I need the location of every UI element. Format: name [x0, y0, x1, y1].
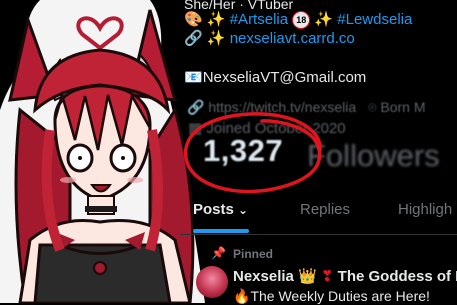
hashtag-lewdselia-link[interactable]: #Lewdselia — [337, 11, 412, 28]
active-tab-indicator — [193, 229, 249, 233]
website-link[interactable]: https://twitch.tv/nexselia — [208, 99, 356, 115]
location-pin-icon: ⌾ — [368, 99, 377, 115]
heart-exclamation-icon: ❣ — [320, 268, 334, 285]
email-text: NexseliaVT@Gmail.com — [202, 69, 367, 86]
adult-18-badge-icon: 18 — [292, 11, 311, 29]
hashtag-artselia-link[interactable]: #Artselia — [230, 11, 288, 28]
followers-label[interactable]: Followers — [307, 138, 440, 174]
post-body-text: The Weekly Duties are Here! — [250, 288, 430, 304]
bio-line-hashtags: 🎨 ✨ #Artselia 18 ✨ #Lewdselia — [184, 10, 412, 29]
palette-icon: 🎨 — [184, 10, 203, 28]
location-text: Born M — [380, 99, 426, 115]
link-chain-icon: 🔗 — [187, 99, 205, 115]
adult-18-badge-label: 18 — [296, 15, 307, 25]
tabs-divider — [180, 234, 457, 235]
bio-line-link: 🔗 ✨ nexseliavt.carrd.co — [184, 29, 355, 47]
tab-posts[interactable]: Posts ⌄ — [193, 201, 248, 218]
tab-posts-label: Posts — [193, 201, 234, 218]
pin-icon: 📌 — [211, 246, 226, 260]
post-title-suffix: The Goddess of I — [337, 268, 457, 285]
post-author-name: Nexselia — [233, 268, 294, 285]
post-author-line[interactable]: Nexselia 👑 ❣ The Goddess of I — [233, 267, 457, 285]
followers-count[interactable]: 1,327 — [203, 133, 283, 169]
pinned-label: Pinned — [233, 247, 274, 261]
sparkle-icon: ✨ — [206, 11, 226, 28]
tab-replies[interactable]: Replies — [300, 201, 350, 218]
chevron-down-icon: ⌄ — [238, 203, 249, 217]
post-body-line[interactable]: 🔥The Weekly Duties are Here! — [233, 288, 430, 305]
bio-line-email: 📧NexseliaVT@Gmail.com — [184, 68, 366, 86]
carrd-link[interactable]: nexseliavt.carrd.co — [230, 30, 355, 47]
post-author-avatar[interactable] — [196, 266, 228, 298]
profile-meta-row: 🔗 https://twitch.tv/nexselia ⌾ Born M — [187, 99, 425, 116]
crown-icon: 👑 — [298, 267, 317, 285]
tab-highlights[interactable]: Highligh — [398, 201, 452, 218]
envelope-icon: 📧 — [184, 68, 203, 86]
link-icon: 🔗 — [184, 29, 203, 47]
sparkle-icon: ✨ — [206, 30, 226, 47]
sparkle-icon: ✨ — [314, 11, 334, 28]
calendar-icon: ▦ — [188, 120, 203, 137]
